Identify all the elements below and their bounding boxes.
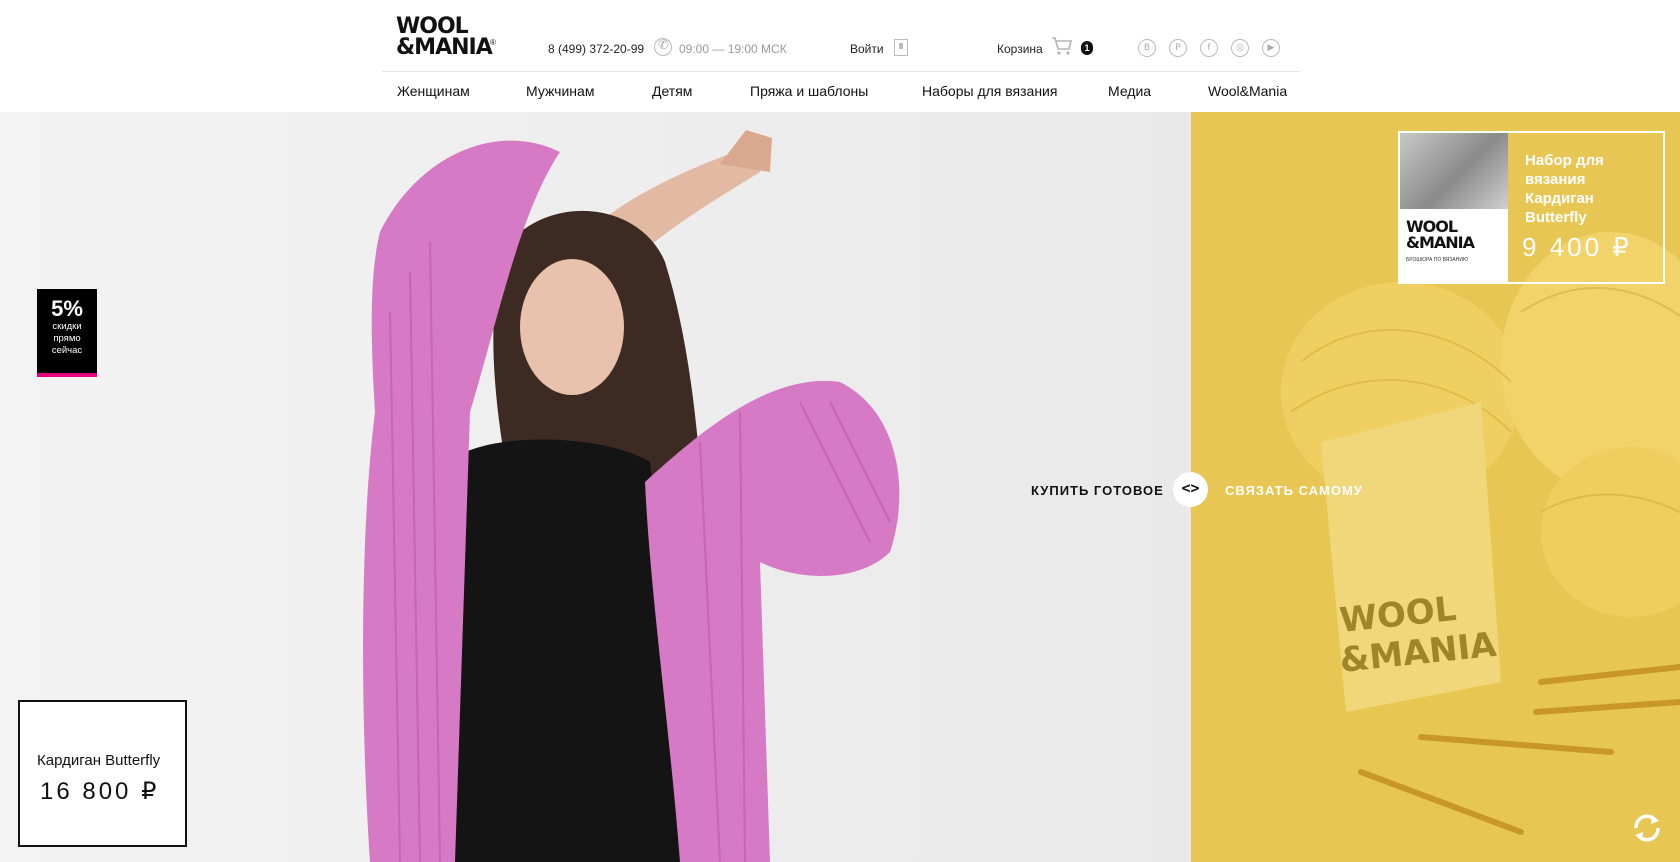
buy-ready-made-link[interactable]: КУПИТЬ ГОТОВОЕ — [1031, 483, 1164, 498]
cart-icon[interactable] — [1051, 36, 1073, 56]
kit-price: 9 400 ₽ — [1522, 232, 1632, 262]
vk-icon[interactable]: B — [1138, 39, 1156, 57]
nav-item-media[interactable]: Медиа — [1108, 83, 1151, 99]
youtube-icon[interactable]: ▶ — [1262, 39, 1280, 57]
facebook-icon[interactable]: f — [1200, 39, 1218, 57]
nav-item-men[interactable]: Мужчинам — [526, 83, 594, 99]
kit-title: Набор для вязания Кардиган Butterfly — [1525, 152, 1604, 226]
brand-logo[interactable]: WOOL &MANIA ® — [396, 16, 500, 62]
product-card-cardigan[interactable]: Кардиган Butterfly 16 800 ₽ — [18, 700, 187, 847]
phone-icon — [654, 38, 672, 56]
refresh-icon[interactable] — [1628, 809, 1666, 847]
nav-item-yarn-patterns[interactable]: Пряжа и шаблоны — [750, 83, 868, 99]
nav-item-women[interactable]: Женщинам — [397, 83, 470, 99]
site-header: WOOL &MANIA ® 8 (499) 372-20-99 09:00 — … — [0, 0, 1680, 112]
instagram-icon[interactable]: ◎ — [1231, 39, 1249, 57]
hero-ready-made[interactable]: Кардиган Butterfly 16 800 ₽ — [0, 112, 1191, 862]
pinterest-icon[interactable]: P — [1169, 39, 1187, 57]
cardigan-right — [645, 380, 900, 862]
header-divider — [382, 71, 1300, 72]
working-hours: 09:00 — 19:00 МСК — [679, 42, 787, 56]
cart-link[interactable]: Корзина — [997, 42, 1043, 56]
login-link[interactable]: Войти — [850, 42, 884, 56]
nav-item-kids[interactable]: Детям — [652, 83, 692, 99]
nav-item-about[interactable]: Wool&Mania — [1208, 83, 1287, 99]
user-icon[interactable] — [894, 39, 908, 56]
phone-number[interactable]: 8 (499) 372-20-99 — [548, 42, 644, 56]
product-name: Кардиган Butterfly — [37, 752, 161, 769]
model-face — [520, 259, 624, 395]
knitting-kit-card[interactable]: WOOL &MANIA БРОШЮРА ПО ВЯЗАНИЮ Набор для… — [1398, 131, 1665, 284]
cart-count-badge: 1 — [1081, 41, 1093, 55]
knit-yourself-link[interactable]: СВЯЗАТЬ САМОМУ — [1225, 483, 1363, 498]
nav-item-knitting-kits[interactable]: Наборы для вязания — [922, 83, 1057, 99]
kit-thumbnail: WOOL &MANIA БРОШЮРА ПО ВЯЗАНИЮ — [1400, 133, 1508, 282]
discount-badge[interactable]: 5% скидки прямо сейчас — [37, 289, 97, 377]
product-price: 16 800 ₽ — [40, 778, 160, 805]
toggle-switch-icon[interactable]: <> — [1173, 472, 1208, 507]
kit-thumbnail-photo — [1400, 133, 1508, 209]
